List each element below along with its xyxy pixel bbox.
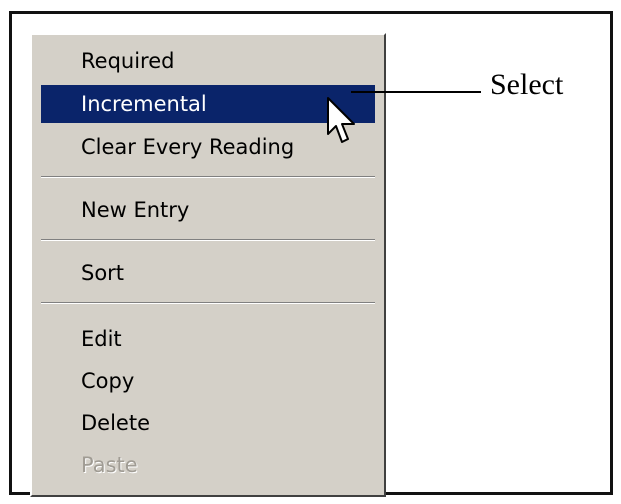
menu-item-delete[interactable]: Delete [41,404,375,442]
menu-item-copy[interactable]: Copy [41,362,375,400]
menu-separator [41,176,375,178]
menu-item-new-entry[interactable]: New Entry [41,191,375,229]
menu-item-clear-every-reading[interactable]: Clear Every Reading [41,128,375,166]
menu-separator [41,239,375,241]
menu-item-edit[interactable]: Edit [41,320,375,358]
menu-item-required[interactable]: Required [41,42,375,80]
annotation-pointer-line [351,91,481,93]
arrow-pointer-icon [327,97,355,143]
menu-item-paste: Paste [81,453,138,477]
annotation-label: Select [490,68,564,101]
menu-item-incremental[interactable]: Incremental [41,85,375,123]
menu-separator [41,302,375,304]
menu-item-sort[interactable]: Sort [41,254,375,292]
